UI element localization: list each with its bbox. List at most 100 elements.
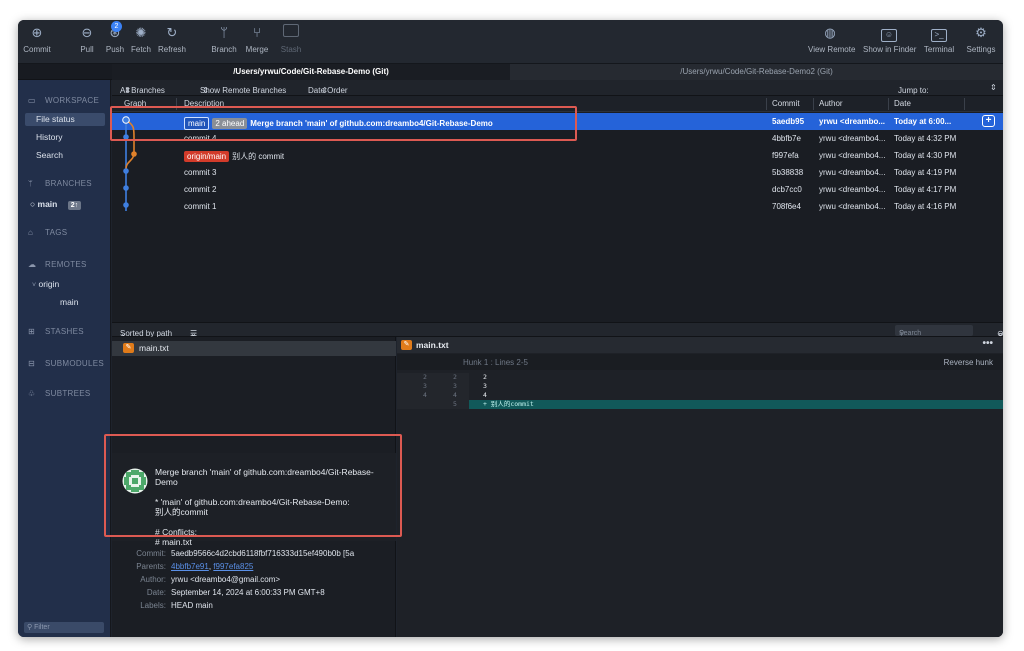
commit-icon: ⊕ <box>31 25 43 40</box>
remote-branches-dropdown[interactable]: Show Remote Branches ⇕ <box>200 83 286 95</box>
commit-row[interactable]: commit 2 dcb7cc0 yrwu <dreambo4... Today at… <box>112 181 1003 198</box>
sidebar-section-tags[interactable]: ⌂ TAGS <box>28 228 67 237</box>
parent-link[interactable]: f997efa825 <box>213 562 253 571</box>
repo-tab-inactive[interactable]: /Users/yrwu/Code/Git-Rebase-Demo2 (Git) <box>510 64 1003 80</box>
commit-description: commit 3 <box>184 168 764 177</box>
column-divider <box>964 98 965 110</box>
commit-row[interactable]: origin/main 别人的 commit f997efa yrwu <dreamb… <box>112 147 1003 164</box>
column-divider <box>813 98 814 110</box>
chevron-updown-icon: ⇕ <box>321 86 329 95</box>
history-filter-bar: All Branches ⇕ Show Remote Branches ⇕ Da… <box>112 80 1003 96</box>
branch-button[interactable]: ᛘ Branch <box>209 24 239 54</box>
sidebar-item-history[interactable]: History <box>36 132 62 142</box>
view-remote-button[interactable]: ◍ View Remote <box>808 24 855 54</box>
new-line-number: 5 <box>453 400 457 408</box>
subtree-icon: ♧ <box>28 389 36 398</box>
commit-author: yrwu <dreambo4... <box>819 202 886 211</box>
diff-line-context[interactable]: 3 3 3 <box>397 382 1003 391</box>
sidebar-section-stashes[interactable]: ⊞ STASHES <box>28 327 84 336</box>
new-line-number: 2 <box>453 373 457 381</box>
diff-code: 2 <box>483 373 487 381</box>
parent-link[interactable]: 4bbfb7e91 <box>171 562 209 571</box>
branch-icon: ᛘ <box>28 179 34 188</box>
sidebar-section-workspace[interactable]: ▭ WORKSPACE <box>28 96 99 105</box>
sidebar-item-file-status[interactable]: File status <box>25 113 105 126</box>
old-line-number: 4 <box>423 391 427 399</box>
meta-labels-row: Labels: HEAD main <box>140 601 213 610</box>
fetch-button[interactable]: ✺ Fetch <box>128 24 154 54</box>
stash-icon: ⊞ <box>28 327 36 336</box>
chevron-updown-icon: ⇕ <box>124 86 132 95</box>
commit-date: Today at 4:16 PM <box>894 202 957 211</box>
column-author[interactable]: Author <box>819 99 843 108</box>
finder-icon: ☺ <box>880 24 898 42</box>
commit-button[interactable]: ⊕ Commit <box>20 24 54 54</box>
diff-line-context[interactable]: 2 2 2 <box>397 373 1003 382</box>
column-date[interactable]: Date <box>894 99 911 108</box>
commit-author: yrwu <dreambo... <box>819 117 886 126</box>
repo-tab-bar: /Users/yrwu/Code/Git-Rebase-Demo (Git) /… <box>18 64 1003 80</box>
diff-code: 3 <box>483 382 487 390</box>
sidebar-remote-branch-main[interactable]: main <box>60 297 78 307</box>
commit-author: yrwu <dreambo4... <box>819 151 886 160</box>
globe-icon: ◍ <box>824 25 836 40</box>
commit-hash: 5aedb9566c4d2cbd6118fbf716333d15ef490b0b… <box>171 549 355 558</box>
commit-hash: 708f6e4 <box>772 202 801 211</box>
remote-branch-tag: origin/main <box>184 151 230 162</box>
sidebar-item-search[interactable]: Search <box>36 150 63 160</box>
sidebar-remote-origin[interactable]: ˅ origin <box>32 279 59 289</box>
old-line-number: 3 <box>423 382 427 390</box>
commit-row[interactable]: commit 3 5b38838 yrwu <dreambo4... Today at… <box>112 164 1003 181</box>
add-icon[interactable]: + <box>982 115 995 127</box>
commit-description: commit 2 <box>184 185 764 194</box>
commit-subject: commit 2 <box>184 185 217 194</box>
refresh-button[interactable]: ↻ Refresh <box>156 24 188 54</box>
file-row[interactable]: ✎ main.txt <box>112 341 396 356</box>
commit-author: yrwu <dreambo4... <box>819 168 886 177</box>
sidebar-section-subtrees[interactable]: ♧ SUBTREES <box>28 389 91 398</box>
commit-date: Today at 6:00... <box>894 117 952 126</box>
chevron-updown-icon: ⇕ <box>202 86 209 95</box>
settings-button[interactable]: ⚙ Settings <box>964 24 998 54</box>
repo-tab-active[interactable]: /Users/yrwu/Code/Git-Rebase-Demo (Git) <box>112 64 510 80</box>
graph-node <box>131 151 137 157</box>
reverse-hunk-button[interactable]: Reverse hunk <box>944 358 993 367</box>
show-in-finder-button[interactable]: ☺ Show in Finder <box>863 24 916 54</box>
sidebar-filter-input[interactable]: ⚲ Filter <box>24 622 104 633</box>
push-button[interactable]: ⊛ 2 Push <box>102 21 128 54</box>
commit-author: yrwu <dreambo4... <box>819 185 886 194</box>
commit-row[interactable]: commit 1 708f6e4 yrwu <dreambo4... Today at… <box>112 198 1003 215</box>
column-divider <box>766 98 767 110</box>
new-line-number: 4 <box>453 391 457 399</box>
sidebar-section-branches[interactable]: ᛘ BRANCHES <box>28 179 92 188</box>
old-line-number: 2 <box>423 373 427 381</box>
sidebar-branch-main[interactable]: ○ main 2↑ <box>30 199 82 210</box>
file-list-bar: Sorted by path ⌄ ☰ ⌄ ⚲ Search ⊖ ⌄ <box>112 322 1003 338</box>
gear-icon: ⚙ <box>975 25 987 40</box>
branch-filter-dropdown[interactable]: All Branches ⇕ <box>120 83 165 95</box>
sidebar: ▭ WORKSPACE File status History Search ᛘB… <box>18 80 111 637</box>
branch-ahead-badge: 2↑ <box>67 201 82 210</box>
pull-button[interactable]: ⊖ Pull <box>74 24 100 54</box>
diff-gutter <box>397 391 469 400</box>
file-search-input[interactable]: ⚲ Search <box>895 325 973 337</box>
new-line-number: 3 <box>453 382 457 390</box>
sidebar-section-submodules[interactable]: ⊟ SUBMODULES <box>28 359 104 368</box>
hunk-header: Hunk 1 : Lines 2-5 Reverse hunk <box>397 354 1003 370</box>
submodule-icon: ⊟ <box>28 359 36 368</box>
more-options-icon[interactable]: ••• <box>982 338 993 349</box>
merge-icon: ⑂ <box>253 25 261 40</box>
cloud-icon: ☁ <box>28 260 37 269</box>
chevron-down-icon: ˅ <box>32 282 37 289</box>
diff-line-added[interactable]: 5 + 别人的commit <box>397 400 1003 409</box>
stash-button[interactable]: Stash <box>276 24 306 54</box>
diff-line-context[interactable]: 4 4 4 <box>397 391 1003 400</box>
stash-icon <box>282 24 300 42</box>
commit-hash: 4bbfb7e <box>772 134 801 143</box>
terminal-button[interactable]: >_ Terminal <box>922 24 956 54</box>
order-dropdown[interactable]: Date Order ⇕ <box>308 83 348 95</box>
column-commit[interactable]: Commit <box>772 99 800 108</box>
merge-button[interactable]: ⑂ Merge <box>242 24 272 54</box>
meta-parents-row: Parents: 4bbfb7e91, f997efa825 <box>136 562 254 571</box>
sidebar-section-remotes[interactable]: ☁ REMOTES <box>28 260 87 269</box>
